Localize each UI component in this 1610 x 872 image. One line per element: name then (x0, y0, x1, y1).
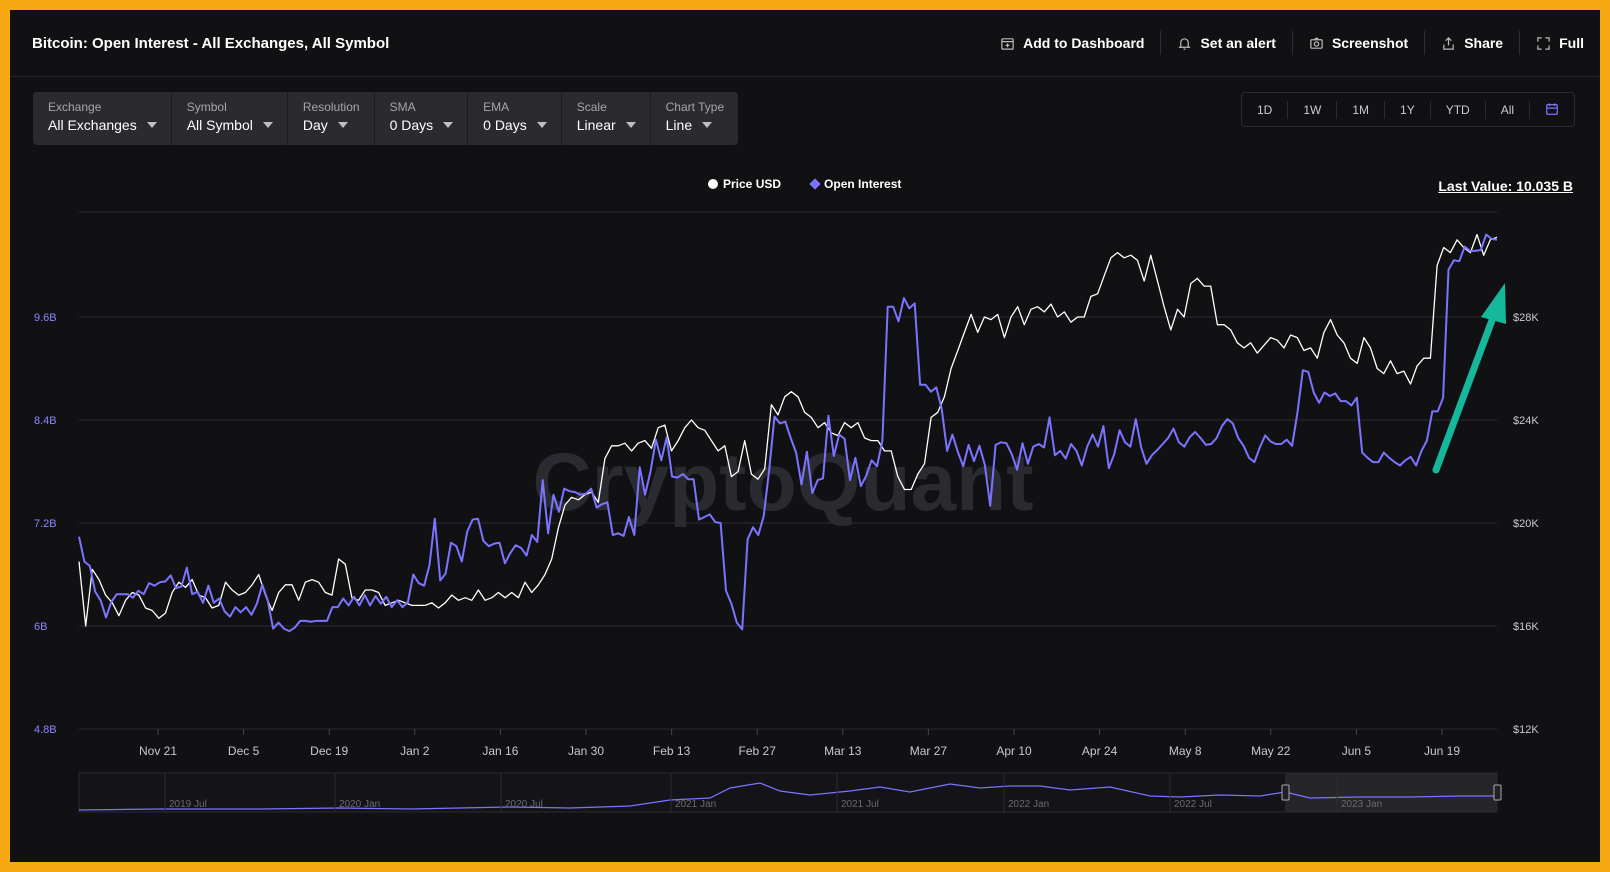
x-tick-label: Mar 27 (910, 744, 948, 758)
x-tick-label: May 22 (1251, 744, 1291, 758)
x-tick-label: Nov 21 (139, 744, 177, 758)
navigator-handle[interactable] (1493, 784, 1502, 801)
y-left-tick-label: 6B (34, 621, 47, 633)
x-tick-label: May 8 (1169, 744, 1202, 758)
y-left-tick-label: 4.8B (34, 724, 57, 736)
y-left-tick-label: 9.6B (34, 312, 57, 324)
y-right-tick-label: $20K (1513, 518, 1539, 530)
navigator-label: 2019 Jul (169, 799, 207, 810)
range-navigator[interactable]: 2019 Jul 2020 Jan 2020 Jul 2021 Jan 2021 Jul… (78, 772, 1502, 813)
navigator-label: 2020 Jan (339, 799, 380, 810)
chart-panel: Bitcoin: Open Interest - All Exchanges, … (10, 10, 1600, 862)
y-left-tick-label: 7.2B (34, 518, 57, 530)
x-tick-label: Jan 16 (482, 744, 518, 758)
x-tick-label: Apr 10 (996, 744, 1032, 758)
x-tick-label: Jan 2 (400, 744, 430, 758)
y-right-tick-label: $24K (1513, 415, 1539, 427)
x-tick-label: Mar 13 (824, 744, 862, 758)
x-tick-label: Jun 19 (1424, 744, 1460, 758)
y-right-tick-label: $12K (1513, 724, 1539, 736)
navigator-label: 2021 Jul (841, 799, 879, 810)
x-tick-label: Apr 24 (1082, 744, 1118, 758)
navigator-label: 2023 Jan (1341, 799, 1382, 810)
x-tick-label: Feb 13 (653, 744, 691, 758)
x-tick-label: Jan 30 (568, 744, 604, 758)
x-tick-label: Dec 19 (310, 744, 348, 758)
y-left-tick-label: 8.4B (34, 415, 57, 427)
navigator-label: 2021 Jan (675, 799, 716, 810)
navigator-label: 2022 Jul (1174, 799, 1212, 810)
navigator-label: 2020 Jul (505, 799, 543, 810)
x-tick-label: Feb 27 (739, 744, 777, 758)
navigator-label: 2022 Jan (1008, 799, 1049, 810)
y-right-tick-label: $28K (1513, 312, 1539, 324)
navigator-handle[interactable] (1281, 784, 1290, 801)
line-chart: CryptoQuant 4.8B6B7.2B8.4B9.6B$12K$16K$2… (34, 211, 1539, 813)
open-interest-line (78, 233, 1498, 633)
x-tick-label: Jun 5 (1342, 744, 1372, 758)
y-right-tick-label: $16K (1513, 621, 1539, 633)
x-tick-label: Dec 5 (228, 744, 260, 758)
